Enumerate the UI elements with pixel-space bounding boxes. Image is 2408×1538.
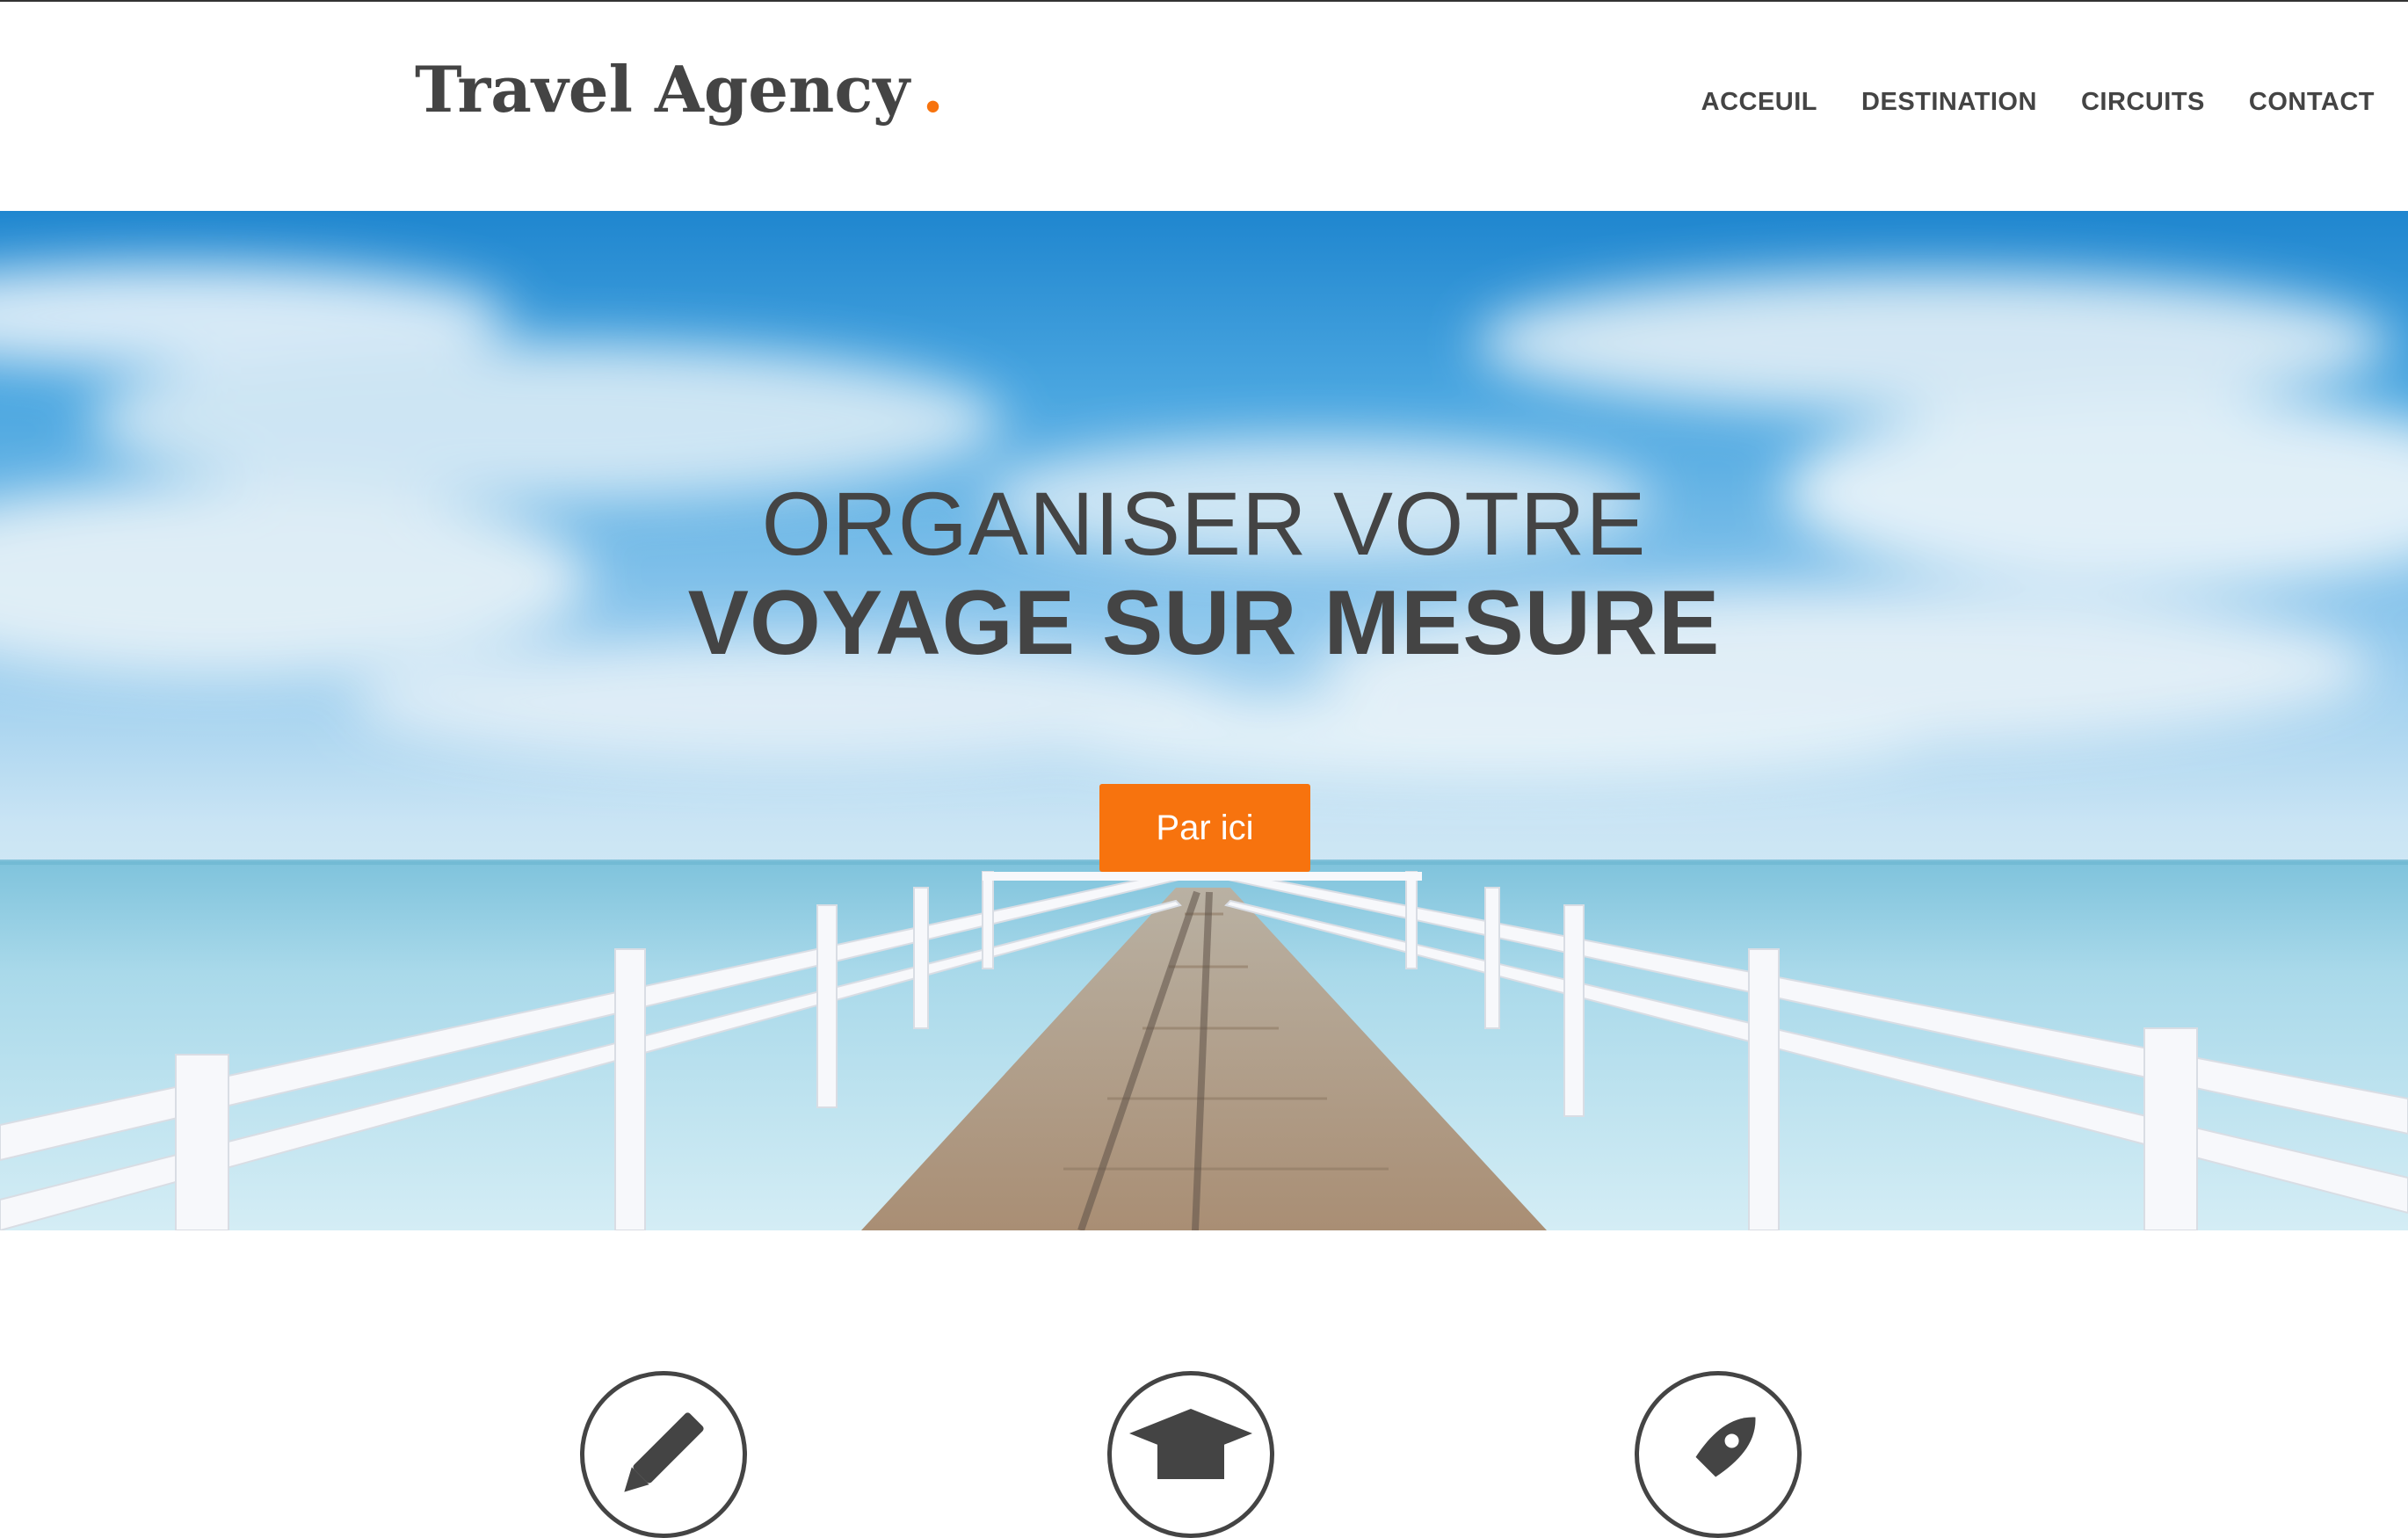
main-nav: ACCEUIL DESTINATION CIRCUITS CONTACT (1701, 88, 2375, 117)
nav-item-circuits[interactable]: CIRCUITS (2081, 88, 2205, 117)
hero-heading: ORGANISER VOTRE VOYAGE SUR MESURE (0, 475, 2408, 674)
hero-heading-line1: ORGANISER VOTRE (761, 474, 1647, 574)
logo-dot: . (922, 52, 945, 127)
site-header: Travel Agency. ACCEUIL DESTINATION CIRCU… (0, 2, 2408, 211)
hero-background-image (0, 264, 2408, 1230)
hero-banner: ORGANISER VOTRE VOYAGE SUR MESURE Par ic… (0, 211, 2408, 1230)
logo-text[interactable]: Travel Agency (415, 52, 910, 127)
nav-item-acceuil[interactable]: ACCEUIL (1701, 88, 1817, 117)
par-ici-button[interactable]: Par ici (1099, 784, 1310, 872)
nav-item-contact[interactable]: CONTACT (2249, 88, 2375, 117)
nav-item-destination[interactable]: DESTINATION (1861, 88, 2037, 117)
pencil-icon (580, 1371, 747, 1538)
site-logo[interactable]: Travel Agency. (415, 58, 944, 121)
hero-heading-line2: VOYAGE SUR MESURE (687, 572, 1721, 675)
graduation-cap-icon (1107, 1371, 1274, 1538)
features-section (0, 1230, 2408, 1538)
rocket-icon (1635, 1371, 1802, 1538)
